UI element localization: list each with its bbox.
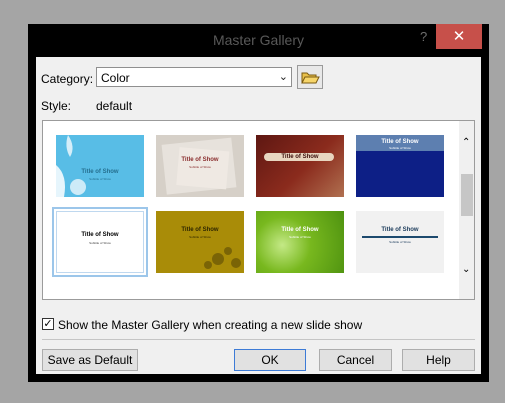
thumbnail-title: Title of Show xyxy=(281,154,319,160)
gallery-thumbnail-selected[interactable]: Title of Show Subtitle of Show xyxy=(52,207,148,277)
title-bar: Master Gallery ? ✕ xyxy=(28,24,489,57)
vertical-scrollbar[interactable]: ⌃ ⌄ xyxy=(459,121,474,299)
category-dropdown[interactable]: Color ⌄ xyxy=(96,67,292,87)
style-label: Style: xyxy=(41,99,72,113)
thumbnail-title: Title of Show xyxy=(181,157,219,163)
category-value: Color xyxy=(101,71,130,85)
gallery-thumbnail[interactable]: Title of Show xyxy=(256,135,344,197)
gallery-thumbnail[interactable]: Title of Show Subtitle of Show xyxy=(56,135,144,197)
thumbnail-subtitle: Subtitle of Show xyxy=(389,240,411,244)
show-gallery-label[interactable]: Show the Master Gallery when creating a … xyxy=(58,318,362,332)
chevron-down-icon: ⌄ xyxy=(278,71,288,83)
thumbnail-subtitle: Subtitle of Show xyxy=(89,177,111,181)
gallery-thumbnail[interactable]: Title of Show Subtitle of Show xyxy=(156,135,244,197)
floral-decoration xyxy=(204,247,241,269)
swirl-decoration xyxy=(56,135,86,197)
close-icon: ✕ xyxy=(452,28,466,45)
thumbnail-title: Title of Show xyxy=(81,169,119,175)
close-button[interactable]: ✕ xyxy=(436,24,482,49)
thumbnail-subtitle: Subtitle of Show xyxy=(189,235,211,239)
divider xyxy=(42,339,475,340)
dialog-client-area: Category: Color ⌄ Style: default Title o… xyxy=(36,57,481,374)
save-as-default-button[interactable]: Save as Default xyxy=(42,349,138,371)
scroll-down-icon[interactable]: ⌄ xyxy=(462,264,470,275)
show-gallery-checkbox[interactable]: ✓ xyxy=(42,318,54,330)
gallery-thumbnail[interactable]: Title of Show Subtitle of Show xyxy=(356,135,444,197)
thumbnail-subtitle: Subtitle of Show xyxy=(289,235,311,239)
gallery-thumbnail[interactable]: Title of Show Subtitle of Show xyxy=(156,211,244,273)
thumbnail-title: Title of Show xyxy=(81,232,119,238)
checkmark-icon: ✓ xyxy=(43,318,53,330)
thumbnail-subtitle: Subtitle of Show xyxy=(389,146,411,150)
scroll-up-icon[interactable]: ⌃ xyxy=(462,137,470,148)
thumbnail-subtitle: Subtitle of Show xyxy=(189,165,211,169)
master-gallery-list: Title of Show Subtitle of Show Title of … xyxy=(42,120,475,300)
open-folder-icon xyxy=(301,72,320,84)
thumbnail-title: Title of Show xyxy=(381,227,419,233)
thumbnail-subtitle: Subtitle of Show xyxy=(89,241,111,245)
thumbnail-title: Title of Show xyxy=(381,139,419,145)
style-value: default xyxy=(96,99,133,113)
help-button[interactable]: Help xyxy=(402,349,475,371)
gallery-thumbnail[interactable]: Title of Show Subtitle of Show xyxy=(356,211,444,273)
gallery-thumbnail[interactable]: Title of Show Subtitle of Show xyxy=(256,211,344,273)
help-title-button[interactable]: ? xyxy=(420,29,427,44)
thumbnail-title: Title of Show xyxy=(281,227,319,233)
cancel-button[interactable]: Cancel xyxy=(319,349,392,371)
category-label: Category: xyxy=(41,72,94,86)
title-rule xyxy=(362,236,438,238)
thumbnail-title: Title of Show xyxy=(181,227,219,233)
scrollbar-thumb[interactable] xyxy=(461,174,473,216)
master-gallery-dialog: Master Gallery ? ✕ Category: Color ⌄ Sty… xyxy=(28,24,489,382)
open-folder-button[interactable] xyxy=(297,65,323,89)
ok-button[interactable]: OK xyxy=(234,349,306,371)
